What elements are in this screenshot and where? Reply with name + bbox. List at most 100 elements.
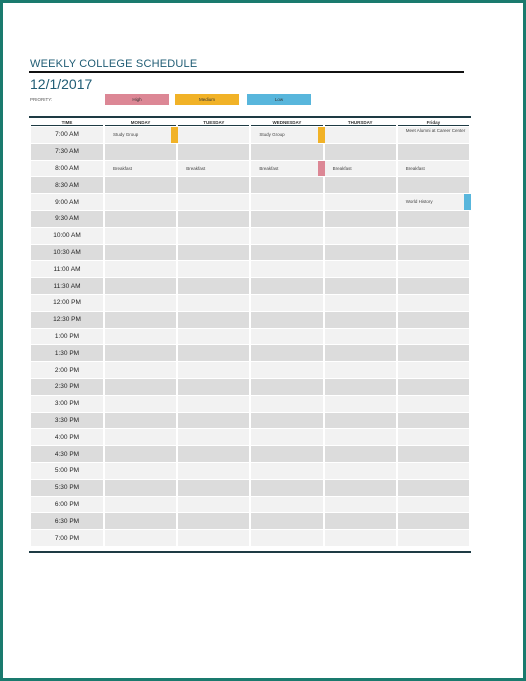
schedule-cell-friday[interactable]	[397, 244, 469, 261]
schedule-cell-thursday[interactable]	[324, 496, 396, 513]
schedule-cell-thursday[interactable]	[324, 412, 396, 429]
schedule-cell-thursday[interactable]	[324, 261, 396, 278]
schedule-cell-tuesday[interactable]	[178, 513, 250, 530]
schedule-cell-friday[interactable]	[397, 311, 469, 328]
schedule-cell-wednesday[interactable]	[251, 378, 323, 395]
schedule-cell-monday[interactable]	[105, 210, 177, 227]
schedule-cell-monday[interactable]	[105, 429, 177, 446]
schedule-cell-thursday[interactable]	[324, 446, 396, 462]
schedule-cell-thursday[interactable]	[324, 345, 396, 362]
schedule-cell-friday[interactable]: World History	[397, 194, 471, 210]
schedule-cell-tuesday[interactable]	[178, 194, 250, 210]
schedule-cell-thursday[interactable]	[324, 513, 396, 530]
schedule-cell-monday[interactable]	[105, 479, 177, 496]
schedule-cell-wednesday[interactable]: Breakfast	[251, 160, 325, 177]
schedule-cell-wednesday[interactable]	[251, 227, 323, 244]
schedule-cell-thursday[interactable]	[324, 429, 396, 446]
schedule-cell-thursday[interactable]	[324, 362, 396, 378]
schedule-cell-thursday[interactable]	[324, 127, 396, 143]
schedule-cell-friday[interactable]	[397, 395, 469, 412]
schedule-cell-wednesday[interactable]	[251, 261, 323, 278]
schedule-cell-wednesday[interactable]	[251, 412, 323, 429]
schedule-cell-wednesday[interactable]	[251, 328, 323, 345]
schedule-cell-wednesday[interactable]	[251, 294, 323, 311]
schedule-cell-monday[interactable]	[105, 278, 177, 294]
schedule-cell-wednesday[interactable]	[251, 530, 323, 546]
schedule-cell-monday[interactable]	[105, 328, 177, 345]
schedule-cell-thursday[interactable]	[324, 194, 396, 210]
schedule-cell-tuesday[interactable]	[178, 244, 250, 261]
schedule-cell-friday[interactable]	[397, 479, 469, 496]
schedule-cell-tuesday[interactable]	[178, 328, 250, 345]
schedule-cell-monday[interactable]	[105, 345, 177, 362]
schedule-cell-friday[interactable]	[397, 345, 469, 362]
schedule-cell-tuesday[interactable]	[178, 446, 250, 462]
schedule-cell-wednesday[interactable]	[251, 210, 323, 227]
schedule-cell-friday[interactable]: Meet Alumni at Career Center	[397, 127, 469, 143]
schedule-cell-monday[interactable]	[105, 194, 177, 210]
schedule-cell-monday[interactable]	[105, 362, 177, 378]
schedule-cell-tuesday[interactable]	[178, 143, 250, 160]
schedule-cell-friday[interactable]	[397, 278, 469, 294]
schedule-cell-monday[interactable]	[105, 143, 177, 160]
schedule-cell-monday[interactable]	[105, 227, 177, 244]
schedule-cell-friday[interactable]	[397, 177, 469, 194]
schedule-cell-thursday[interactable]	[324, 210, 396, 227]
schedule-cell-thursday[interactable]	[324, 177, 396, 194]
schedule-cell-thursday[interactable]	[324, 278, 396, 294]
schedule-cell-monday[interactable]	[105, 513, 177, 530]
schedule-cell-thursday[interactable]	[324, 395, 396, 412]
schedule-cell-tuesday[interactable]	[178, 429, 250, 446]
schedule-cell-wednesday[interactable]	[251, 513, 323, 530]
schedule-cell-wednesday[interactable]	[251, 345, 323, 362]
schedule-cell-wednesday[interactable]	[251, 143, 323, 160]
schedule-cell-tuesday[interactable]	[178, 378, 250, 395]
schedule-cell-tuesday[interactable]: Breakfast	[178, 160, 250, 177]
schedule-cell-friday[interactable]	[397, 261, 469, 278]
schedule-cell-wednesday[interactable]	[251, 395, 323, 412]
schedule-cell-wednesday[interactable]	[251, 278, 323, 294]
schedule-cell-wednesday[interactable]	[251, 194, 323, 210]
schedule-cell-thursday[interactable]: Breakfast	[324, 160, 396, 177]
schedule-cell-wednesday[interactable]	[251, 496, 323, 513]
schedule-cell-monday[interactable]	[105, 378, 177, 395]
schedule-cell-friday[interactable]	[397, 362, 469, 378]
schedule-cell-tuesday[interactable]	[178, 127, 250, 143]
schedule-cell-friday[interactable]	[397, 328, 469, 345]
schedule-cell-monday[interactable]	[105, 446, 177, 462]
schedule-cell-wednesday[interactable]	[251, 177, 323, 194]
schedule-cell-wednesday[interactable]	[251, 446, 323, 462]
schedule-cell-tuesday[interactable]	[178, 177, 250, 194]
schedule-cell-friday[interactable]	[397, 429, 469, 446]
schedule-cell-thursday[interactable]	[324, 479, 396, 496]
schedule-cell-thursday[interactable]	[324, 244, 396, 261]
schedule-cell-tuesday[interactable]	[178, 345, 250, 362]
schedule-cell-friday[interactable]	[397, 143, 469, 160]
schedule-cell-monday[interactable]	[105, 496, 177, 513]
schedule-cell-tuesday[interactable]	[178, 210, 250, 227]
schedule-cell-tuesday[interactable]	[178, 362, 250, 378]
schedule-cell-tuesday[interactable]	[178, 412, 250, 429]
schedule-cell-monday[interactable]	[105, 261, 177, 278]
schedule-cell-thursday[interactable]	[324, 328, 396, 345]
schedule-cell-friday[interactable]	[397, 210, 469, 227]
schedule-cell-friday[interactable]	[397, 227, 469, 244]
schedule-cell-monday[interactable]: Breakfast	[105, 160, 177, 177]
schedule-cell-monday[interactable]	[105, 311, 177, 328]
schedule-cell-thursday[interactable]	[324, 143, 396, 160]
schedule-cell-friday[interactable]	[397, 496, 469, 513]
schedule-cell-friday[interactable]	[397, 412, 469, 429]
schedule-cell-tuesday[interactable]	[178, 311, 250, 328]
schedule-cell-friday[interactable]	[397, 446, 469, 462]
schedule-cell-wednesday[interactable]	[251, 429, 323, 446]
schedule-cell-tuesday[interactable]	[178, 530, 250, 546]
schedule-cell-friday[interactable]	[397, 378, 469, 395]
schedule-cell-thursday[interactable]	[324, 311, 396, 328]
schedule-cell-friday[interactable]	[397, 462, 469, 479]
schedule-cell-tuesday[interactable]	[178, 261, 250, 278]
schedule-cell-monday[interactable]	[105, 412, 177, 429]
schedule-cell-wednesday[interactable]	[251, 462, 323, 479]
schedule-cell-thursday[interactable]	[324, 378, 396, 395]
schedule-cell-tuesday[interactable]	[178, 294, 250, 311]
schedule-cell-tuesday[interactable]	[178, 496, 250, 513]
